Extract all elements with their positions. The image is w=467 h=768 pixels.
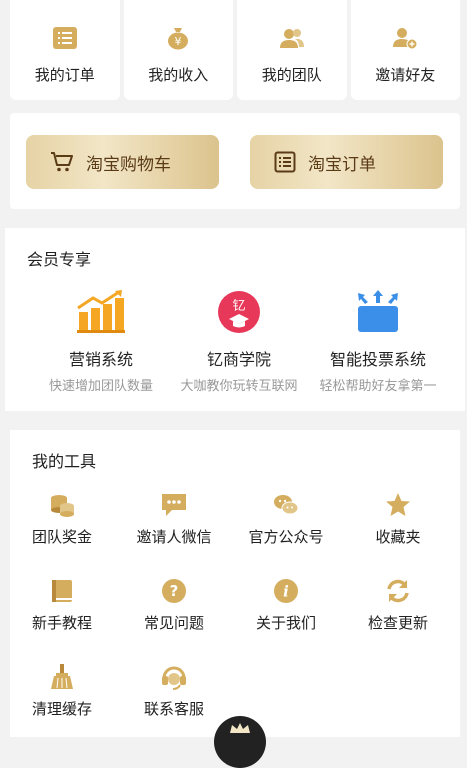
tutorial-item[interactable]: 新手教程 (6, 578, 118, 633)
academy-desc: 大咖教你玩转互联网 (180, 379, 298, 394)
clear-cache-label: 清理缓存 (31, 700, 92, 718)
headset-icon (162, 666, 186, 690)
faq-label: 常见问题 (143, 614, 204, 632)
chat-bubble-icon (162, 494, 186, 516)
book-icon (52, 580, 72, 602)
clear-cache-item[interactable]: 清理缓存 (6, 664, 118, 719)
invite-friend-icon (393, 28, 418, 50)
team-bonus-label: 团队奖金 (31, 528, 92, 546)
order-list-icon (274, 151, 296, 173)
cart-icon (51, 152, 73, 172)
marketing-system-item[interactable]: 营销系统 快速增加团队数量 (31, 290, 171, 396)
favorites-label: 收藏夹 (375, 528, 421, 546)
academy-item[interactable]: 钇 钇商学院 大咖教你玩转互联网 (169, 290, 309, 396)
order-list-icon (52, 27, 77, 49)
refresh-icon (387, 579, 409, 603)
invite-friends-label: 邀请好友 (375, 66, 436, 84)
tools-section: 我的工具 团队奖金 邀请人微信 官方公众号 收藏夹 新手教程 ? 常见问题 i … (10, 430, 460, 737)
my-income-button[interactable]: ¥ 我的收入 (123, 0, 233, 100)
official-account-label: 官方公众号 (248, 528, 324, 546)
about-us-item[interactable]: i 关于我们 (230, 578, 342, 633)
taobao-cart-label: 淘宝购物车 (86, 154, 171, 175)
crown-icon (230, 723, 250, 733)
official-account-item[interactable]: 官方公众号 (230, 492, 342, 547)
my-income-label: 我的收入 (148, 66, 209, 84)
my-orders-label: 我的订单 (34, 66, 95, 84)
favorites-item[interactable]: 收藏夹 (342, 492, 454, 547)
broom-icon (51, 664, 73, 689)
check-update-item[interactable]: 检查更新 (342, 578, 454, 633)
taobao-cart-button[interactable]: 淘宝购物车 (26, 135, 219, 189)
taobao-orders-label: 淘宝订单 (308, 154, 376, 175)
my-team-label: 我的团队 (261, 66, 322, 84)
top-quick-row: 我的订单 ¥ 我的收入 我的团队 邀请好友 (10, 0, 460, 100)
my-orders-button[interactable]: 我的订单 (10, 0, 120, 100)
taobao-orders-button[interactable]: 淘宝订单 (250, 135, 443, 189)
customer-service-item[interactable]: 联系客服 (118, 664, 230, 719)
star-icon (386, 493, 410, 516)
coins-icon (51, 495, 74, 517)
inviter-wechat-item[interactable]: 邀请人微信 (118, 492, 230, 547)
center-tab-button[interactable] (214, 716, 266, 768)
vote-system-name: 智能投票系统 (329, 350, 426, 369)
marketing-system-desc: 快速增加团队数量 (48, 379, 153, 394)
bar-chart-growth-icon (77, 290, 125, 333)
info-icon: i (274, 579, 298, 603)
taobao-card: 淘宝购物车 淘宝订单 (10, 113, 460, 209)
faq-item[interactable]: ? 常见问题 (118, 578, 230, 633)
marketing-system-name: 营销系统 (68, 350, 133, 369)
svg-text:?: ? (170, 582, 179, 600)
member-section: 会员专享 营销系统 快速增加团队数量 钇 钇商学院 大咖教你玩转互联网 智能投票… (5, 228, 465, 411)
money-bag-icon: ¥ (168, 28, 189, 50)
svg-text:i: i (283, 583, 289, 601)
customer-service-label: 联系客服 (143, 700, 204, 718)
inviter-wechat-label: 邀请人微信 (136, 528, 212, 546)
vote-system-item[interactable]: 智能投票系统 轻松帮助好友拿第一 (308, 290, 448, 396)
wechat-icon (274, 495, 299, 515)
team-bonus-item[interactable]: 团队奖金 (6, 492, 118, 547)
my-team-button[interactable]: 我的团队 (237, 0, 347, 100)
member-section-title: 会员专享 (27, 250, 92, 269)
invite-friends-button[interactable]: 邀请好友 (350, 0, 460, 100)
tutorial-label: 新手教程 (31, 614, 92, 632)
question-icon: ? (162, 579, 186, 603)
academy-badge: 钇 (232, 299, 245, 314)
tools-section-title: 我的工具 (32, 452, 97, 471)
academy-icon: 钇 (218, 291, 260, 333)
svg-text:¥: ¥ (175, 35, 182, 48)
about-us-label: 关于我们 (255, 614, 316, 632)
team-icon (279, 29, 304, 48)
vote-board-icon (358, 290, 398, 332)
check-update-label: 检查更新 (367, 614, 428, 632)
vote-system-desc: 轻松帮助好友拿第一 (319, 379, 437, 394)
academy-name: 钇商学院 (206, 350, 271, 369)
